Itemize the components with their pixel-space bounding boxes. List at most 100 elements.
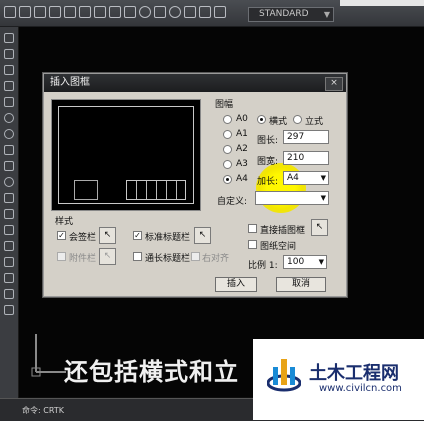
make-block-icon[interactable]: [4, 209, 14, 219]
text-style-dropdown[interactable]: STANDARD ▼: [248, 7, 334, 22]
width-input[interactable]: 210: [283, 151, 329, 165]
toolbar-icon[interactable]: [64, 6, 76, 18]
ucs-axis-icon: [31, 334, 66, 377]
landscape-radio[interactable]: [257, 115, 266, 124]
command-text: CRTK: [43, 406, 64, 415]
right-align-label: 右对齐: [202, 254, 230, 264]
attachment-pick-button[interactable]: ↖: [99, 248, 116, 265]
watermark-url: www.civilcn.com: [319, 383, 402, 394]
custom-label: 自定义:: [217, 197, 248, 207]
extend-label: 加长:: [257, 177, 279, 187]
full-title-checkbox[interactable]: [133, 252, 142, 261]
portrait-radio[interactable]: [293, 115, 302, 124]
toolbar-icon[interactable]: [34, 6, 46, 18]
rectangle-tool-icon[interactable]: [4, 97, 14, 107]
text-style-value: STANDARD: [259, 9, 309, 19]
preview-title-block: [126, 180, 186, 200]
size-a0-radio[interactable]: [223, 115, 232, 124]
circle-tool-icon[interactable]: [4, 129, 14, 139]
countersign-pick-button[interactable]: ↖: [99, 227, 116, 244]
size-a2-radio[interactable]: [223, 145, 232, 154]
cancel-button[interactable]: 取消: [276, 277, 326, 292]
frame-size-label: 图幅: [215, 100, 234, 110]
dialog-title-bar[interactable]: 插入图框 ×: [44, 74, 346, 92]
watermark-title: 土木工程网: [309, 363, 399, 384]
size-a3-radio[interactable]: [223, 160, 232, 169]
toolbar-icon[interactable]: [79, 6, 91, 18]
toolbar-icon[interactable]: [184, 6, 196, 18]
size-a4-radio[interactable]: [223, 175, 232, 184]
direct-insert-checkbox[interactable]: [248, 224, 257, 233]
length-label: 图长:: [257, 136, 279, 146]
arc-tool-icon[interactable]: [4, 113, 14, 123]
toolbar-icon[interactable]: [4, 6, 16, 18]
point-tool-icon[interactable]: [4, 225, 14, 235]
toolbar-icon[interactable]: [19, 6, 31, 18]
size-a2-label: A2: [236, 144, 248, 154]
full-title-label: 通长标题栏: [145, 254, 191, 264]
close-icon[interactable]: ×: [325, 77, 343, 91]
style-section-label: 样式: [55, 217, 74, 227]
width-label: 图宽:: [257, 157, 279, 167]
toolbar-icon[interactable]: [169, 6, 181, 18]
command-prompt: 命令: CRTK: [22, 405, 64, 416]
top-dropdown[interactable]: [340, 0, 424, 6]
length-input[interactable]: 297: [283, 130, 329, 144]
toolbar-icon[interactable]: [94, 6, 106, 18]
revision-cloud-icon[interactable]: [4, 145, 14, 155]
portrait-label: 立式: [305, 117, 324, 127]
attachment-label: 附件栏: [69, 254, 97, 264]
ellipse-tool-icon[interactable]: [4, 177, 14, 187]
spline-tool-icon[interactable]: [4, 161, 14, 171]
direct-insert-label: 直接插图框: [260, 226, 306, 236]
size-a1-radio[interactable]: [223, 130, 232, 139]
chevron-down-icon: ▼: [320, 194, 326, 202]
extend-value: A4: [287, 173, 299, 183]
countersign-label: 会签栏: [69, 233, 97, 243]
gradient-tool-icon[interactable]: [4, 257, 14, 267]
construction-line-icon[interactable]: [4, 65, 14, 75]
preview-countersign-block: [74, 180, 98, 200]
size-a1-label: A1: [236, 129, 248, 139]
table-tool-icon[interactable]: [4, 289, 14, 299]
polygon-tool-icon[interactable]: [4, 81, 14, 91]
size-a3-label: A3: [236, 159, 248, 169]
draw-tool-palette: [0, 27, 19, 420]
toolbar-icon[interactable]: [109, 6, 121, 18]
extend-dropdown[interactable]: A4 ▼: [283, 171, 329, 185]
toolbar-icon[interactable]: [214, 6, 226, 18]
toolbar-icon[interactable]: [49, 6, 61, 18]
direct-insert-pick-button[interactable]: ↖: [311, 219, 328, 236]
toolbar-icon[interactable]: [139, 6, 151, 18]
chevron-down-icon: ▼: [318, 258, 324, 266]
scale-value: 100: [287, 257, 305, 267]
line-tool-icon[interactable]: [4, 33, 14, 43]
site-watermark: 土木工程网 www.civilcn.com: [253, 339, 424, 420]
dialog-title: 插入图框: [50, 77, 90, 88]
toolbar-icon[interactable]: [154, 6, 166, 18]
frame-preview: [51, 99, 201, 211]
chevron-down-icon: ▼: [323, 10, 330, 19]
attachment-checkbox[interactable]: [57, 252, 66, 261]
custom-dropdown[interactable]: ▼: [255, 191, 329, 205]
paper-space-label: 图纸空间: [260, 242, 297, 252]
standard-title-pick-button[interactable]: ↖: [194, 227, 211, 244]
standard-title-checkbox[interactable]: ✓: [133, 231, 142, 240]
scale-label: 比例 1:: [248, 261, 278, 271]
polyline-tool-icon[interactable]: [4, 49, 14, 59]
scale-dropdown[interactable]: 100 ▼: [283, 255, 327, 269]
paper-space-checkbox[interactable]: [248, 240, 257, 249]
landscape-label: 横式: [269, 117, 288, 127]
region-tool-icon[interactable]: [4, 273, 14, 283]
countersign-checkbox[interactable]: ✓: [57, 231, 66, 240]
hatch-tool-icon[interactable]: [4, 241, 14, 251]
toolbar-icon[interactable]: [124, 6, 136, 18]
insert-frame-dialog: 插入图框 × 图幅 A0 A1 A2 A3 A4 横式 立式 图长: 297 图…: [42, 72, 348, 298]
toolbar-icon[interactable]: [199, 6, 211, 18]
insert-block-icon[interactable]: [4, 193, 14, 203]
multiline-text-icon[interactable]: [4, 305, 14, 315]
insert-button[interactable]: 插入: [215, 277, 257, 292]
top-toolbar: STANDARD ▼: [0, 0, 424, 27]
site-logo-icon: [267, 359, 301, 392]
right-align-checkbox[interactable]: [191, 252, 200, 261]
